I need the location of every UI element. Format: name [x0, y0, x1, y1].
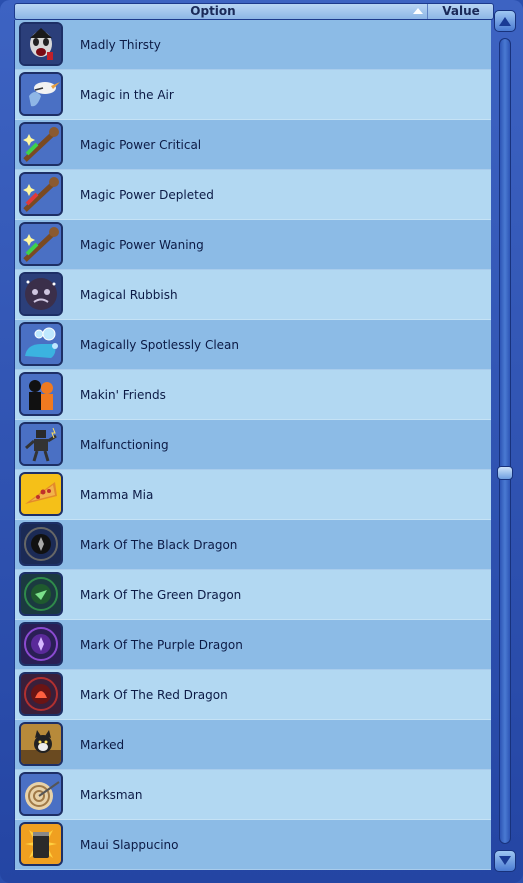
list-item[interactable]: Marked — [15, 720, 491, 770]
list-item-label: Makin' Friends — [80, 388, 166, 402]
magic-wand-icon — [19, 222, 63, 266]
scroll-thumb[interactable] — [497, 466, 513, 480]
arrow-up-icon — [499, 17, 511, 26]
list-item-label: Marksman — [80, 788, 143, 802]
options-list: Madly Thirsty Magic in the Air Magic Pow… — [14, 20, 491, 870]
list-item[interactable]: Magic Power Depleted — [15, 170, 491, 220]
list-item-label: Magical Rubbish — [80, 288, 178, 302]
options-panel: Option Value Madly Thirsty Magic in the … — [0, 0, 523, 883]
list-item[interactable]: Mark Of The Green Dragon — [15, 570, 491, 620]
friends-silhouette-icon — [19, 372, 63, 416]
coffee-cup-icon — [19, 822, 63, 866]
list-item[interactable]: Mark Of The Purple Dragon — [15, 620, 491, 670]
target-icon — [19, 772, 63, 816]
list-item[interactable]: Marksman — [15, 770, 491, 820]
list-item-label: Marked — [80, 738, 125, 752]
list-item[interactable]: Magically Spotlessly Clean — [15, 320, 491, 370]
list-item-label: Malfunctioning — [80, 438, 169, 452]
list-item-label: Magic in the Air — [80, 88, 174, 102]
list-item-label: Mark Of The Red Dragon — [80, 688, 228, 702]
list-item[interactable]: Mark Of The Black Dragon — [15, 520, 491, 570]
list-item-label: Mark Of The Green Dragon — [80, 588, 242, 602]
list-item[interactable]: Makin' Friends — [15, 370, 491, 420]
vampire-face-icon — [19, 22, 63, 66]
list-item-label: Maui Slappucino — [80, 838, 179, 852]
list-item-label: Madly Thirsty — [80, 38, 161, 52]
list-item-label: Mark Of The Black Dragon — [80, 538, 238, 552]
list-item[interactable]: Magic in the Air — [15, 70, 491, 120]
list-item[interactable]: Madly Thirsty — [15, 20, 491, 70]
scroll-down-button[interactable] — [494, 850, 516, 872]
scroll-up-button[interactable] — [494, 10, 516, 32]
list-item[interactable]: Magical Rubbish — [15, 270, 491, 320]
scroll-track[interactable] — [499, 38, 511, 844]
list-item-label: Mark Of The Purple Dragon — [80, 638, 243, 652]
black-dragon-emblem-icon — [19, 522, 63, 566]
angry-trash-ball-icon — [19, 272, 63, 316]
list-header: Option Value — [14, 3, 494, 20]
cat-icon — [19, 722, 63, 766]
column-header-value[interactable]: Value — [427, 4, 494, 19]
sort-ascending-icon[interactable] — [413, 8, 423, 14]
list-item-label: Magic Power Waning — [80, 238, 204, 252]
list-item[interactable]: Maui Slappucino — [15, 820, 491, 870]
list-item[interactable]: Malfunctioning — [15, 420, 491, 470]
list-item-label: Magic Power Critical — [80, 138, 202, 152]
green-dragon-emblem-icon — [19, 572, 63, 616]
list-item-label: Magically Spotlessly Clean — [80, 338, 239, 352]
list-item[interactable]: Mamma Mia — [15, 470, 491, 520]
stork-bundle-icon — [19, 72, 63, 116]
list-item-label: Magic Power Depleted — [80, 188, 214, 202]
robot-icon — [19, 422, 63, 466]
list-item[interactable]: Magic Power Waning — [15, 220, 491, 270]
magic-wand-icon — [19, 172, 63, 216]
pizza-slice-icon — [19, 472, 63, 516]
red-dragon-emblem-icon — [19, 672, 63, 716]
vertical-scrollbar[interactable] — [494, 10, 516, 872]
column-header-option[interactable]: Option — [15, 4, 411, 19]
soap-bubbles-icon — [19, 322, 63, 366]
list-item-label: Mamma Mia — [80, 488, 154, 502]
purple-dragon-emblem-icon — [19, 622, 63, 666]
arrow-down-icon — [499, 856, 511, 865]
list-item[interactable]: Mark Of The Red Dragon — [15, 670, 491, 720]
magic-wand-icon — [19, 122, 63, 166]
list-item[interactable]: Magic Power Critical — [15, 120, 491, 170]
